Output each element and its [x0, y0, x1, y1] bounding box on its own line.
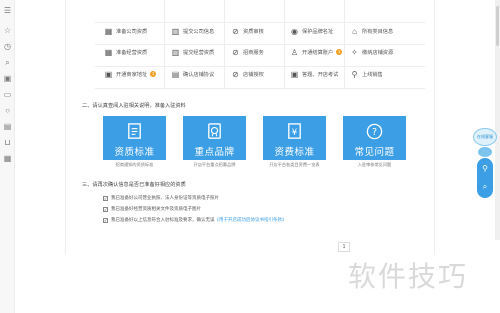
location-pin-icon[interactable]: ⚲ [480, 164, 490, 174]
diamond-icon: ✧ [351, 47, 358, 57]
inbox-icon[interactable]: ▣ [3, 74, 12, 83]
checkbox[interactable]: ✓ [103, 195, 108, 201]
section-title: 三、请再次确认信息是否已准备好相应的资质 [82, 182, 186, 188]
quick-link[interactable]: ⊘ 资质审核 [231, 24, 264, 38]
card-subtitle: 入驻审核常见问题 [357, 162, 392, 167]
check-circle-icon: ⊘ [232, 69, 239, 79]
card-icon[interactable]: ▭ [3, 90, 12, 99]
question-icon: ? [366, 123, 383, 140]
building-icon: ▥ [171, 26, 180, 36]
checkbox[interactable]: ✓ [103, 206, 108, 212]
card-title: 资费标准 [274, 147, 315, 158]
person-icon: ♙ [290, 47, 299, 57]
notification-badge: 1 [336, 49, 343, 55]
document-icon[interactable]: ▤ [3, 122, 12, 131]
watermark: 软件技巧 [348, 260, 469, 293]
upload-icon: ▥ [171, 47, 180, 57]
quick-link[interactable]: ▥ 提交公司信息 [171, 24, 214, 38]
svg-text:?: ? [372, 127, 377, 138]
scrollbar[interactable] [495, 0, 500, 240]
page-number[interactable]: 1 [338, 242, 350, 252]
scrollbar-thumb[interactable] [496, 6, 499, 46]
cart-icon[interactable]: ⊔ [3, 138, 12, 147]
quick-link[interactable]: ▣ 开通商家地址 1 [104, 67, 157, 81]
card-subtitle: 招商通知的资质标准 [115, 162, 154, 167]
confirm-checkbox-row[interactable]: ✓ 我已准备好公司营业执照、法人身份证等资质电子照片 [103, 195, 219, 201]
quick-link[interactable]: ▥ 提交经营资质 [171, 45, 214, 59]
quick-link[interactable]: ♙ 开通结算账户 1 [290, 45, 343, 59]
store-icon: ⌂ [352, 26, 357, 36]
float-toolbar: ⚲ ⌕ [477, 158, 493, 198]
shop-icon: ▣ [104, 69, 113, 79]
confirm-checkbox-row[interactable]: ✓ 我已准备好经营资质相关文件及资质电子图片 [103, 206, 201, 212]
quick-link[interactable]: ▤ 确认店铺协议 [171, 67, 214, 81]
confirm-checkbox-row[interactable]: ✓ 我已准备好以上信息符合入驻标准及要求，确认无误《用于开店成功后协议书指引条款… [103, 217, 287, 223]
search-icon[interactable]: ⌕ [480, 182, 490, 192]
card-key-brands[interactable]: 重点品牌 [183, 116, 246, 160]
card-title: 重点品牌 [194, 147, 235, 158]
card-qualification-standard[interactable]: 资质标准 [103, 116, 166, 160]
chat-icon[interactable]: ○ [3, 106, 12, 115]
link-icon: ⚲ [351, 69, 358, 79]
svg-text:¥: ¥ [292, 128, 298, 138]
company-icon: ▦ [104, 26, 113, 36]
medal-icon [208, 123, 221, 139]
menu-icon[interactable]: ☰ [3, 6, 12, 15]
checkbox[interactable]: ✓ [103, 217, 108, 223]
agreement-link[interactable]: 《用于开店成功后协议书指引条款》 [215, 217, 287, 222]
folder-icon: ▦ [104, 47, 113, 57]
yen-icon: ¥ [288, 123, 301, 139]
online-service-bubble[interactable]: 在线客服 [473, 128, 497, 146]
left-sidebar: ☰ ☆ ◷ ⌕ ▣ ▭ ○ ▤ ⊔ ▦ [0, 0, 15, 313]
card-subtitle: 开店平台各类目资费一览表 [269, 162, 320, 167]
quick-link[interactable]: ⚲ 上线销售 [350, 67, 383, 81]
check-circle-icon: ⊘ [232, 26, 239, 36]
mascot-icon [478, 147, 492, 157]
search-icon[interactable]: ⌕ [3, 58, 12, 67]
quick-link[interactable]: ⊘ 招商服务 [231, 45, 264, 59]
quick-link[interactable]: ▣ 答题、开店考试 [290, 67, 339, 81]
location-icon: ◉ [291, 26, 298, 36]
card-title: 常见问题 [354, 147, 395, 158]
list-icon[interactable]: ▦ [3, 154, 12, 163]
check-circle-icon: ⊘ [232, 47, 239, 57]
section-title: 二、请认真查阅入驻相关说明，准备入驻资料 [82, 103, 186, 109]
clock-icon[interactable]: ◷ [3, 42, 12, 51]
quick-link[interactable]: ▦ 准备经营资质 [104, 45, 147, 59]
doc-lines-icon [128, 123, 141, 139]
card-faq[interactable]: ? 常见问题 [343, 116, 406, 160]
card-subtitle: 开店平台重点招募品牌 [193, 162, 236, 167]
quick-link[interactable]: ▦ 准备公司资质 [104, 24, 147, 38]
document-icon: ▤ [171, 69, 180, 79]
star-icon[interactable]: ☆ [3, 26, 12, 35]
quick-link[interactable]: ◉ 保护品牌名址 [290, 24, 333, 38]
quick-link[interactable]: ⌂ 所有类目信息 [350, 24, 393, 38]
customer-service-widget[interactable]: 在线客服 ⚲ ⌕ [473, 128, 497, 200]
card-fee-standard[interactable]: ¥ 资费标准 [263, 116, 326, 160]
notification-badge: 1 [150, 71, 157, 77]
quick-link[interactable]: ⊘ 店铺授权 [231, 67, 264, 81]
doc-icon: ▣ [290, 69, 299, 79]
quick-link[interactable]: ✧ 缴纳店铺资源 [350, 45, 393, 59]
card-title: 资质标准 [114, 147, 155, 158]
